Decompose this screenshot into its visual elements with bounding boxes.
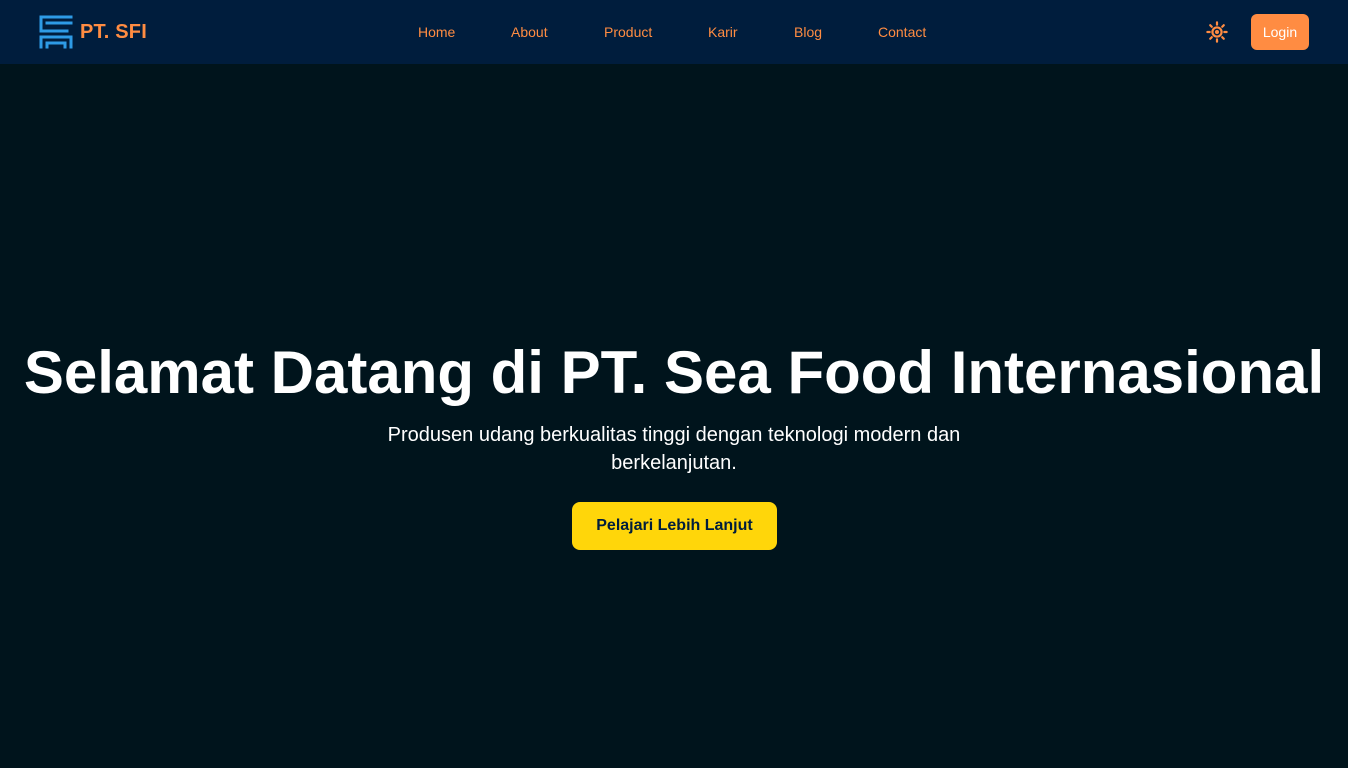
brand-text: PT. SFI — [80, 21, 147, 43]
navbar: PT. SFI Home About Product Karir Blog Co… — [0, 0, 1348, 64]
nav-link-contact[interactable]: Contact — [878, 22, 926, 42]
nav-link-product[interactable]: Product — [604, 22, 652, 42]
nav-link-blog[interactable]: Blog — [794, 22, 822, 42]
nav-link-karir[interactable]: Karir — [708, 22, 738, 42]
login-button[interactable]: Login — [1251, 14, 1309, 50]
hero-title: Selamat Datang di PT. Sea Food Internasi… — [23, 339, 1325, 406]
learn-more-button[interactable]: Pelajari Lebih Lanjut — [572, 502, 777, 550]
sun-icon — [1206, 21, 1228, 43]
hero-section: Selamat Datang di PT. Sea Food Internasi… — [0, 64, 1348, 768]
sfi-logo-icon — [39, 15, 73, 49]
nav-link-about[interactable]: About — [511, 22, 548, 42]
brand-link[interactable]: PT. SFI — [39, 15, 147, 49]
theme-toggle-button[interactable] — [1205, 20, 1229, 44]
hero-subtitle: Produsen udang berkualitas tinggi dengan… — [387, 424, 961, 474]
nav-link-home[interactable]: Home — [418, 22, 455, 42]
